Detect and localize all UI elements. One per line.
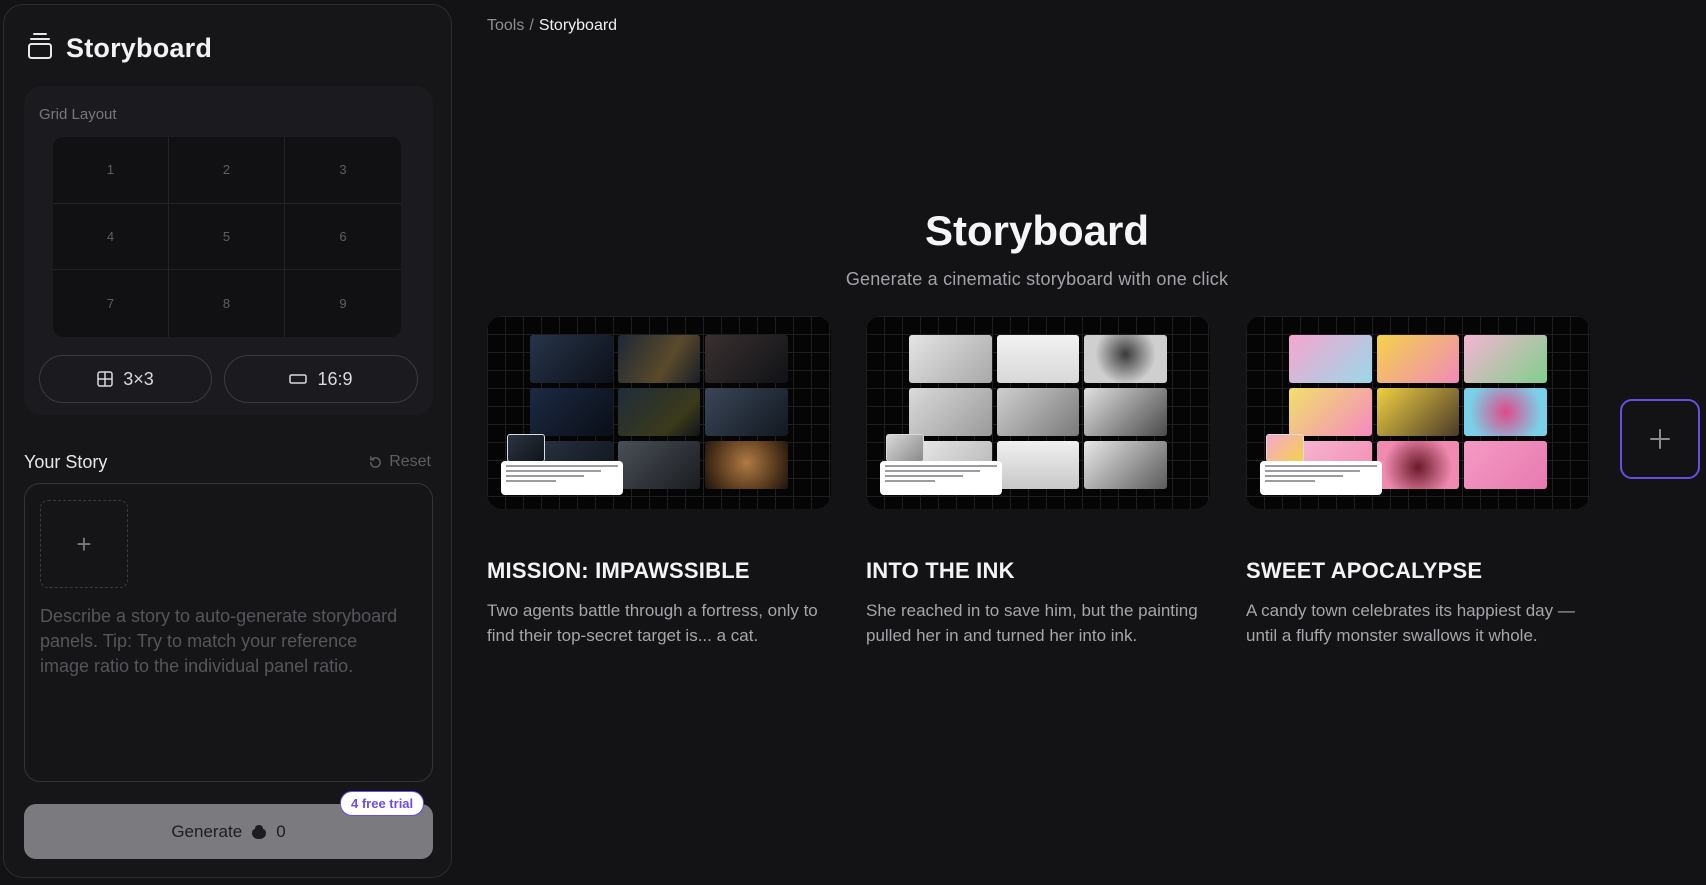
breadcrumb-tools-link[interactable]: Tools xyxy=(487,17,524,34)
grid-size-label: 3×3 xyxy=(123,368,154,389)
card-description: A candy town celebrates its happiest day… xyxy=(1246,601,1575,645)
storyboard-stack-icon xyxy=(26,31,54,66)
reset-icon xyxy=(370,455,382,468)
grid-layout-label: Grid Layout xyxy=(39,106,117,123)
grid-cell: 3 xyxy=(285,137,401,204)
breadcrumb-separator: / xyxy=(529,17,534,34)
example-thumbnail xyxy=(866,316,1210,509)
grid-cell: 6 xyxy=(285,204,401,271)
add-example-button[interactable] xyxy=(1620,399,1700,479)
aspect-ratio-button[interactable]: 16:9 xyxy=(224,355,418,403)
card-title: INTO THE INK xyxy=(866,558,1015,583)
grid-cell: 1 xyxy=(53,137,169,204)
example-card-mission-impawssible[interactable]: MISSION: IMPAWSSIBLE Two agents battle t… xyxy=(487,316,831,648)
grid-preview: 1 2 3 4 5 6 7 8 9 xyxy=(53,137,401,337)
example-thumbnail xyxy=(1246,316,1590,509)
sidebar: Storyboard Grid Layout 1 2 3 4 5 6 7 8 9… xyxy=(3,4,452,878)
plus-icon xyxy=(1650,429,1670,449)
card-title: MISSION: IMPAWSSIBLE xyxy=(487,558,750,583)
breadcrumb: Tools / Storyboard xyxy=(487,17,617,35)
add-reference-image-button[interactable]: + xyxy=(40,500,128,588)
example-card-into-the-ink[interactable]: INTO THE INK She reached in to save him,… xyxy=(866,316,1210,648)
sidebar-title: Storyboard xyxy=(66,33,213,63)
grid-cell: 8 xyxy=(169,270,285,337)
story-input[interactable]: + Describe a story to auto-generate stor… xyxy=(24,483,433,782)
aspect-ratio-label: 16:9 xyxy=(317,368,353,389)
sidebar-header: Storyboard xyxy=(26,31,212,66)
story-placeholder: Describe a story to auto-generate storyb… xyxy=(40,606,398,676)
page-title: Storyboard xyxy=(924,207,1150,254)
breadcrumb-current: Storyboard xyxy=(538,17,618,34)
grid-icon xyxy=(97,371,113,387)
aspect-ratio-icon xyxy=(289,374,308,384)
grid-layout-panel: Grid Layout 1 2 3 4 5 6 7 8 9 3×3 16:9 xyxy=(24,86,433,415)
example-card-sweet-apocalypse[interactable]: SWEET APOCALYPSE A candy town celebrates… xyxy=(1246,316,1590,648)
reset-button[interactable]: Reset xyxy=(368,453,431,471)
generate-label: Generate xyxy=(171,821,243,841)
credit-icon xyxy=(252,824,267,839)
your-story-label: Your Story xyxy=(24,452,108,472)
card-title: SWEET APOCALYPSE xyxy=(1246,558,1483,583)
grid-cell: 9 xyxy=(339,296,347,312)
grid-cell: 7 xyxy=(53,270,169,337)
grid-cell: 2 xyxy=(169,137,285,204)
grid-cell: 4 xyxy=(53,203,169,271)
card-description: Two agents battle through a fortress, on… xyxy=(487,601,818,645)
example-thumbnail xyxy=(487,316,831,509)
reset-label: Reset xyxy=(389,453,431,470)
credit-count: 0 xyxy=(276,821,286,841)
card-description: She reached in to save him, but the pain… xyxy=(866,601,1198,645)
page-subtitle: Generate a cinematic storyboard with one… xyxy=(845,269,1229,289)
free-trial-badge: 4 free trial xyxy=(340,791,425,816)
grid-size-button[interactable]: 3×3 xyxy=(39,355,212,403)
grid-cell: 5 xyxy=(169,203,285,271)
